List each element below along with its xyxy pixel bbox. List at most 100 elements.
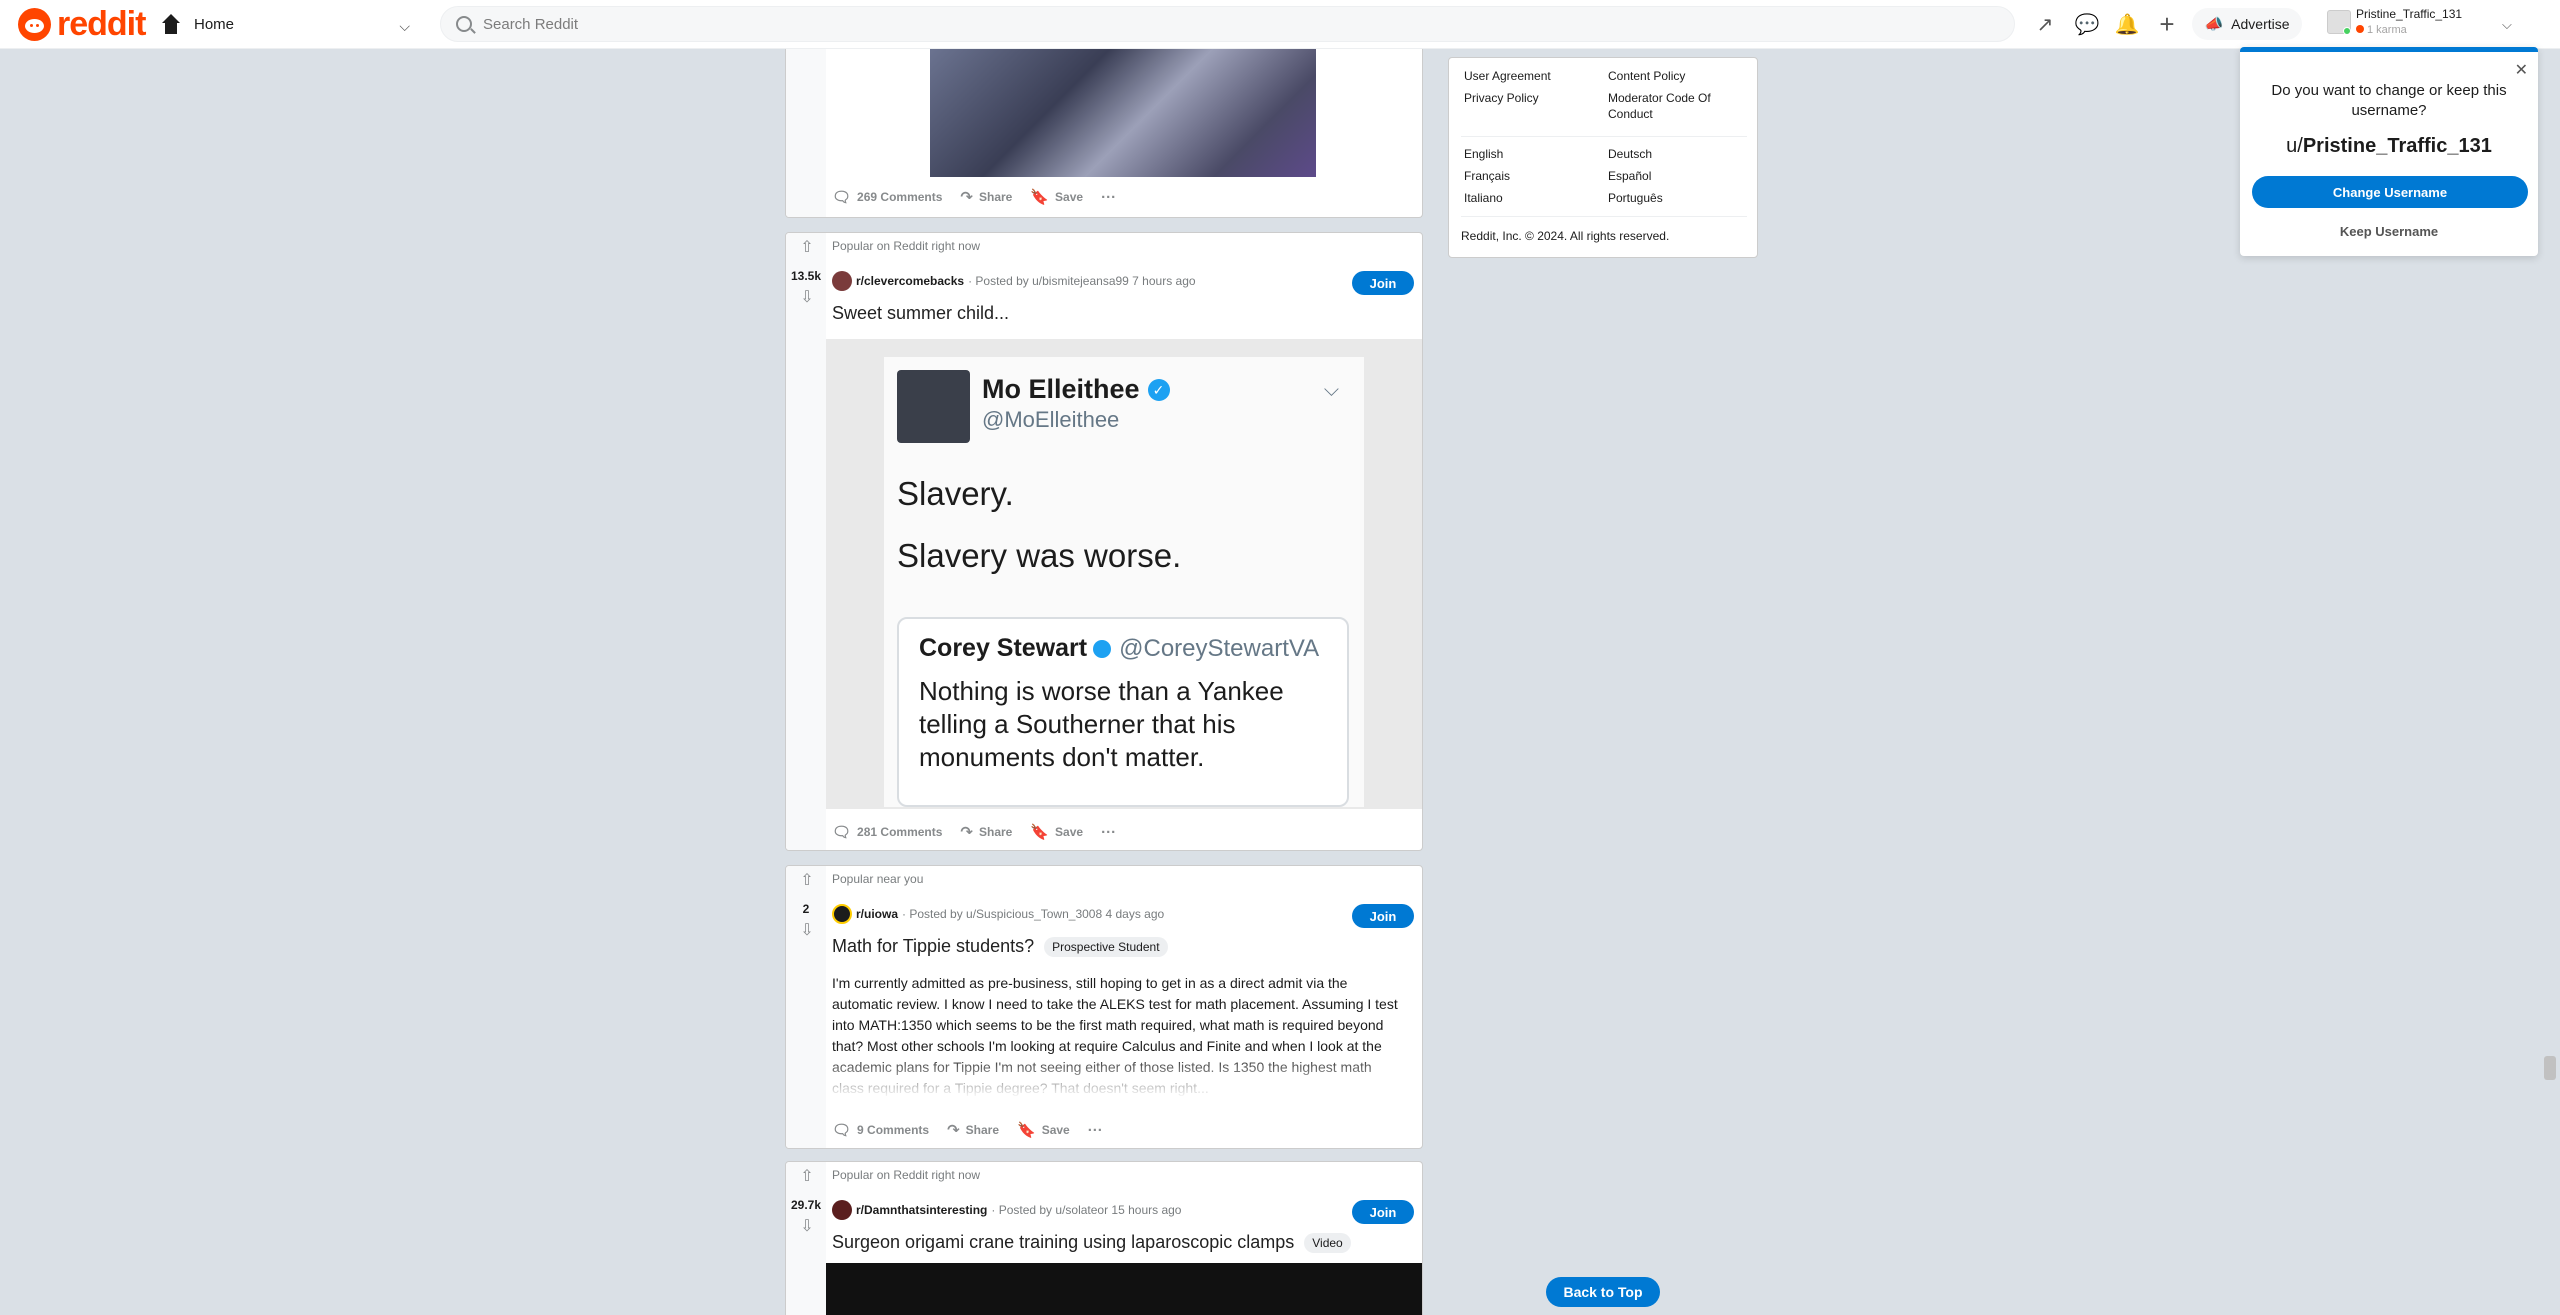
- snoo-icon: [18, 8, 51, 41]
- tweet-line: Slavery was worse.: [897, 537, 1182, 574]
- post-card[interactable]: 🗨 269 Comments ↷ Share 🔖 Save ···: [785, 49, 1423, 218]
- post-image[interactable]: [930, 49, 1316, 177]
- more-icon: ···: [1087, 1121, 1103, 1139]
- popup-username: u/Pristine_Traffic_131: [2240, 135, 2538, 158]
- tweet-author: Mo Elleithee ✓: [982, 374, 1170, 405]
- privacy-policy-link[interactable]: Privacy Policy: [1464, 90, 1539, 106]
- vote-column: [786, 49, 826, 217]
- save-button[interactable]: 🔖 Save: [1030, 188, 1083, 206]
- comments-button[interactable]: 🗨 269 Comments: [832, 188, 942, 206]
- divider: [1461, 216, 1747, 217]
- posted-by[interactable]: · Posted by u/solateor 15 hours ago: [991, 1203, 1181, 1217]
- join-button[interactable]: Join: [1352, 1200, 1414, 1224]
- post-card[interactable]: ⇧ 29.7k ⇩ Popular on Reddit right now r/…: [785, 1161, 1423, 1315]
- upvote-icon[interactable]: ⇧: [798, 872, 816, 890]
- share-icon: ↷: [947, 1122, 960, 1139]
- chevron-down-icon: ⌵: [399, 18, 410, 34]
- save-button[interactable]: 🔖 Save: [1030, 823, 1083, 841]
- quoted-author-name: Corey Stewart: [919, 634, 1088, 662]
- language-link[interactable]: Italiano: [1464, 190, 1503, 206]
- user-menu[interactable]: Pristine_Traffic_131 1 karma ⌵: [2322, 5, 2522, 43]
- post-image[interactable]: Mo Elleithee ✓ @MoElleithee ⌵ Slavery. Sl…: [826, 339, 1422, 809]
- vote-score: 29.7k: [790, 1198, 822, 1212]
- vote-column: ⇧ 2 ⇩: [786, 866, 826, 1148]
- verified-icon: [1093, 639, 1112, 658]
- post-actions: 🗨 281 Comments ↷ Share 🔖 Save ···: [832, 823, 1140, 842]
- downvote-icon[interactable]: ⇩: [798, 922, 816, 940]
- language-link[interactable]: Français: [1464, 168, 1510, 184]
- more-options-button[interactable]: ···: [1101, 824, 1122, 841]
- post-title[interactable]: Math for Tippie students? Prospective Stu…: [832, 936, 1168, 957]
- tweet-handle: @MoElleithee: [982, 407, 1120, 432]
- content-policy-link[interactable]: Content Policy: [1608, 68, 1685, 84]
- post-flair[interactable]: Prospective Student: [1044, 936, 1168, 957]
- share-label: Share: [979, 825, 1013, 839]
- comments-button[interactable]: 🗨 281 Comments: [832, 823, 942, 841]
- close-icon[interactable]: ✕: [2515, 60, 2528, 80]
- share-button[interactable]: ↷ Share: [947, 1121, 999, 1139]
- online-status-icon: [2343, 27, 2351, 35]
- post-card[interactable]: ⇧ 13.5k ⇩ Popular on Reddit right now r/…: [785, 232, 1423, 851]
- copyright-text: Reddit, Inc. © 2024. All rights reserved…: [1461, 229, 1670, 243]
- post-context-label: Popular on Reddit right now: [832, 239, 981, 253]
- language-link[interactable]: Español: [1608, 168, 1651, 184]
- subreddit-link[interactable]: r/Damnthatsinteresting: [856, 1203, 987, 1217]
- subreddit-link[interactable]: r/uiowa: [856, 907, 898, 921]
- downvote-icon[interactable]: ⇩: [798, 1218, 816, 1236]
- more-icon: ···: [1101, 188, 1117, 206]
- post-meta: r/uiowa · Posted by u/Suspicious_Town_30…: [832, 904, 1164, 924]
- chevron-down-icon: ⌵: [1323, 379, 1339, 401]
- downvote-icon[interactable]: ⇩: [798, 289, 816, 307]
- quoted-author: Corey Stewart @CoreyStewartVA: [919, 634, 1319, 663]
- create-post-icon[interactable]: +: [2154, 9, 2180, 39]
- join-button[interactable]: Join: [1352, 904, 1414, 928]
- back-to-top-button[interactable]: Back to Top: [1546, 1277, 1660, 1307]
- post-title[interactable]: Sweet summer child...: [832, 303, 1009, 324]
- change-username-button[interactable]: Change Username: [2252, 176, 2528, 208]
- share-label: Share: [979, 190, 1013, 204]
- post-card[interactable]: ⇧ 2 ⇩ Popular near you r/uiowa · Posted …: [785, 865, 1423, 1149]
- reddit-logo[interactable]: reddit: [18, 5, 146, 43]
- notification-bell-icon[interactable]: 🔔: [2114, 11, 2140, 37]
- logo-text: reddit: [57, 5, 146, 43]
- username-value: Pristine_Traffic_131: [2302, 135, 2492, 157]
- subreddit-icon[interactable]: [832, 1200, 852, 1220]
- advertise-button[interactable]: 📣 Advertise: [2192, 8, 2302, 40]
- share-button[interactable]: ↷ Share: [960, 188, 1012, 206]
- tweet-card: Mo Elleithee ✓ @MoElleithee ⌵ Slavery. Sl…: [884, 357, 1364, 807]
- subreddit-icon[interactable]: [832, 271, 852, 291]
- home-dropdown[interactable]: Home ⌵: [160, 8, 418, 41]
- posted-by[interactable]: · Posted by u/bismitejeansa99 7 hours ag…: [968, 274, 1195, 288]
- advertise-label: Advertise: [2231, 16, 2290, 32]
- comments-button[interactable]: 🗨 9 Comments: [832, 1121, 929, 1139]
- post-title[interactable]: Surgeon origami crane training using lap…: [832, 1232, 1351, 1253]
- keep-username-button[interactable]: Keep Username: [2240, 224, 2538, 239]
- share-button[interactable]: ↷ Share: [960, 823, 1012, 841]
- search-input[interactable]: [483, 7, 1983, 41]
- join-button[interactable]: Join: [1352, 271, 1414, 295]
- posted-by[interactable]: · Posted by u/Suspicious_Town_3008 4 day…: [902, 907, 1164, 921]
- more-options-button[interactable]: ···: [1088, 1122, 1109, 1139]
- quoted-handle: @CoreyStewartVA: [1119, 634, 1320, 662]
- video-player[interactable]: [826, 1263, 1422, 1315]
- save-label: Save: [1055, 190, 1084, 204]
- save-button[interactable]: 🔖 Save: [1017, 1121, 1070, 1139]
- subreddit-icon[interactable]: [832, 904, 852, 924]
- search-bar[interactable]: [440, 6, 2015, 42]
- moderator-code-link[interactable]: Moderator Code Of Conduct: [1608, 90, 1738, 122]
- post-flair[interactable]: Video: [1304, 1232, 1351, 1253]
- subreddit-link[interactable]: r/clevercomebacks: [856, 274, 964, 288]
- divider: [1461, 136, 1747, 137]
- post-actions: 🗨 269 Comments ↷ Share 🔖 Save ···: [832, 188, 1140, 207]
- user-agreement-link[interactable]: User Agreement: [1464, 68, 1551, 84]
- scrollbar-thumb[interactable]: [2544, 1056, 2556, 1080]
- language-link[interactable]: Português: [1608, 190, 1663, 206]
- popular-icon[interactable]: ↗: [2032, 11, 2058, 37]
- more-options-button[interactable]: ···: [1101, 189, 1122, 206]
- upvote-icon[interactable]: ⇧: [798, 1168, 816, 1186]
- chat-icon[interactable]: 💬: [2074, 11, 2100, 37]
- home-label: Home: [194, 16, 235, 33]
- upvote-icon[interactable]: ⇧: [798, 239, 816, 257]
- language-link[interactable]: English: [1464, 146, 1503, 162]
- language-link[interactable]: Deutsch: [1608, 146, 1652, 162]
